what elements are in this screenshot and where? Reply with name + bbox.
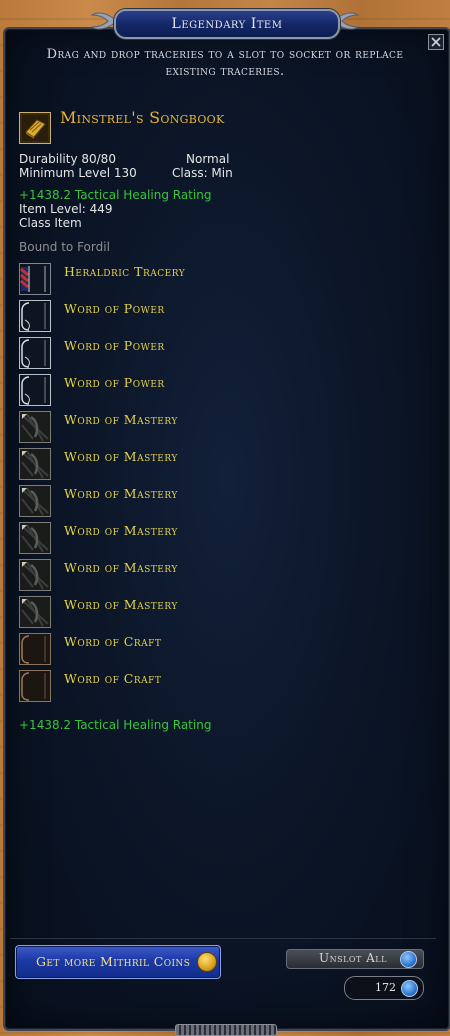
tracery-label: Word of Mastery bbox=[64, 597, 178, 612]
tracery-slot[interactable]: Word of Mastery bbox=[19, 522, 319, 556]
currency-count: 172 bbox=[375, 981, 396, 994]
instructions-text: Drag and drop traceries to a slot to soc… bbox=[46, 47, 404, 79]
tracery-slot[interactable]: Word of Mastery bbox=[19, 596, 319, 630]
info-icon bbox=[400, 951, 417, 968]
tracery-label: Word of Craft bbox=[64, 671, 162, 686]
window-title: Legendary Item bbox=[171, 16, 283, 32]
mithril-coin-icon bbox=[197, 952, 217, 972]
class-requirement-text: Class: Min bbox=[172, 166, 233, 180]
durability-text: Durability 80/80 bbox=[19, 152, 116, 166]
heraldric-tracery-icon bbox=[19, 263, 51, 295]
close-icon bbox=[431, 37, 441, 47]
unslot-all-label: Unslot All bbox=[319, 951, 387, 965]
item-name: Minstrel's Songbook bbox=[60, 108, 225, 127]
currency-counter: 172 bbox=[344, 976, 424, 1000]
word-of-mastery-icon bbox=[19, 522, 51, 554]
tracery-label: Word of Power bbox=[64, 375, 165, 390]
item-level-text: Item Level: 449 bbox=[19, 202, 113, 216]
close-button[interactable] bbox=[428, 34, 444, 50]
window-title-bar[interactable]: Legendary Item bbox=[114, 9, 340, 39]
tracery-slot[interactable]: Word of Mastery bbox=[19, 448, 319, 482]
resize-handle[interactable] bbox=[175, 1024, 277, 1036]
unslot-all-button[interactable]: Unslot All bbox=[286, 949, 424, 969]
tracery-label: Word of Mastery bbox=[64, 412, 178, 427]
tracery-slot[interactable]: Word of Power bbox=[19, 300, 319, 334]
word-of-craft-icon bbox=[19, 670, 51, 702]
tracery-label: Word of Mastery bbox=[64, 486, 178, 501]
tracery-slot[interactable]: Heraldric Tracery bbox=[19, 263, 319, 297]
min-level-text: Minimum Level 130 bbox=[19, 166, 137, 180]
tracery-label: Word of Power bbox=[64, 338, 165, 353]
footer-divider bbox=[10, 938, 436, 939]
tracery-slot[interactable]: Word of Mastery bbox=[19, 485, 319, 519]
word-of-mastery-icon bbox=[19, 448, 51, 480]
tracery-slot[interactable]: Word of Mastery bbox=[19, 411, 319, 445]
bound-text: Bound to Fordil bbox=[19, 240, 110, 254]
tracery-slot[interactable]: Word of Craft bbox=[19, 633, 319, 667]
word-of-power-icon bbox=[19, 374, 51, 406]
mithril-button-label: Get more Mithril Coins bbox=[36, 954, 191, 969]
bonus-stat-bottom: +1438.2 Tactical Healing Rating bbox=[19, 718, 212, 732]
get-mithril-coins-button[interactable]: Get more Mithril Coins bbox=[15, 945, 221, 979]
word-of-power-icon bbox=[19, 300, 51, 332]
currency-icon bbox=[401, 980, 418, 997]
word-of-mastery-icon bbox=[19, 596, 51, 628]
word-of-power-icon bbox=[19, 337, 51, 369]
tracery-label: Word of Power bbox=[64, 301, 165, 316]
tracery-label: Heraldric Tracery bbox=[64, 264, 186, 279]
tracery-slot[interactable]: Word of Craft bbox=[19, 670, 319, 704]
class-item-text: Class Item bbox=[19, 216, 82, 230]
word-of-craft-icon bbox=[19, 633, 51, 665]
word-of-mastery-icon bbox=[19, 559, 51, 591]
tracery-slot[interactable]: Word of Power bbox=[19, 337, 319, 371]
tracery-label: Word of Mastery bbox=[64, 560, 178, 575]
bonus-stat-top: +1438.2 Tactical Healing Rating bbox=[19, 188, 212, 202]
tracery-slot[interactable]: Word of Power bbox=[19, 374, 319, 408]
word-of-mastery-icon bbox=[19, 485, 51, 517]
tracery-slot[interactable]: Word of Mastery bbox=[19, 559, 319, 593]
tracery-label: Word of Mastery bbox=[64, 523, 178, 538]
songbook-icon[interactable] bbox=[19, 112, 51, 144]
quality-text: Normal bbox=[186, 152, 230, 166]
tracery-label: Word of Mastery bbox=[64, 449, 178, 464]
word-of-mastery-icon bbox=[19, 411, 51, 443]
tracery-label: Word of Craft bbox=[64, 634, 162, 649]
